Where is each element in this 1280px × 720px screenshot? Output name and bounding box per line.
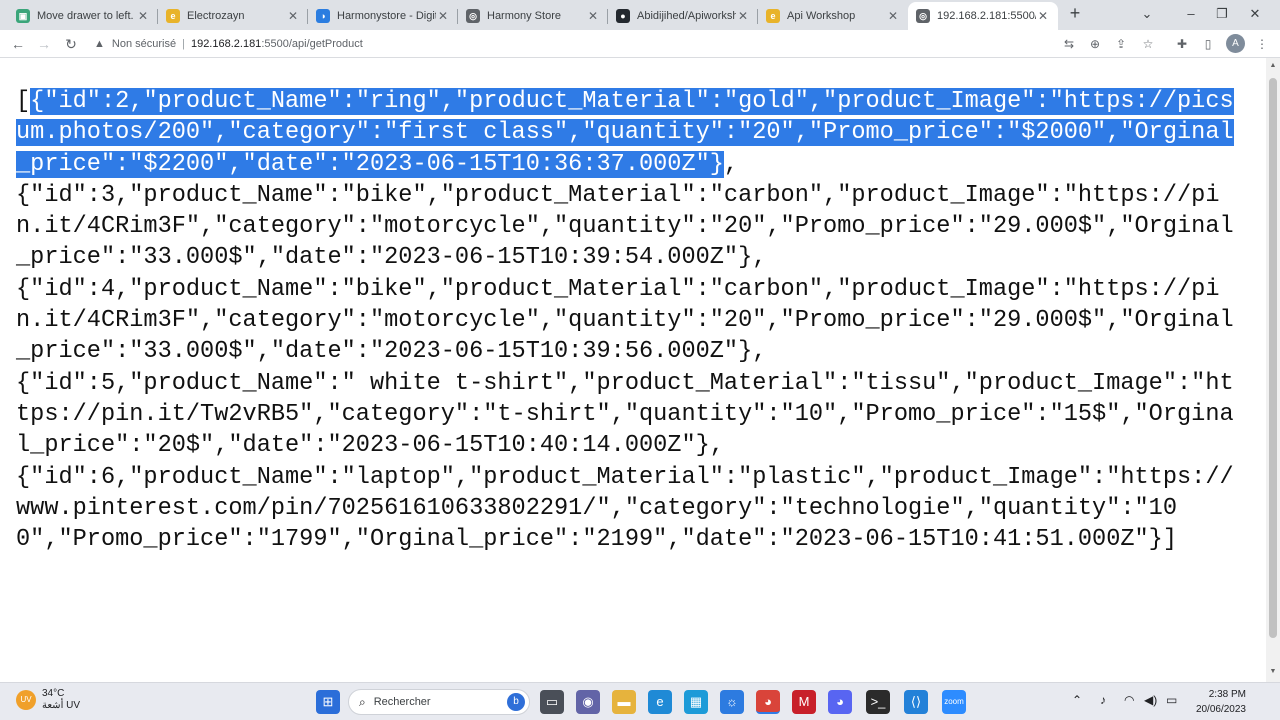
antivirus-icon[interactable]: M	[792, 690, 816, 714]
file-explorer-icon[interactable]: ▬	[612, 690, 636, 714]
tab-harmony-store[interactable]: ◎ Harmony Store ✕	[458, 2, 608, 30]
store-icon[interactable]: ▦	[684, 690, 708, 714]
reload-button[interactable]: ↻	[61, 34, 81, 54]
warning-icon: ▲	[94, 38, 105, 50]
bookmark-star-icon[interactable]: ☆	[1139, 35, 1157, 53]
close-icon[interactable]: ✕	[586, 9, 600, 23]
teams-chat-icon[interactable]: ◉	[576, 690, 600, 714]
scrollbar-thumb[interactable]	[1269, 78, 1277, 638]
browser-toolbar: ← → ↻ ▲ Non sécurisé | 192.168.2.181:550…	[0, 30, 1280, 58]
task-view-icon[interactable]: ▭	[540, 690, 564, 714]
tab-title: Abidijihed/Apiworksh	[637, 10, 736, 22]
wifi-icon[interactable]: ◠	[1124, 693, 1134, 707]
github-icon: ●	[616, 9, 630, 23]
scroll-up-icon[interactable]: ▲	[1269, 62, 1277, 69]
zoom-app-icon[interactable]: zoom	[942, 690, 966, 714]
close-icon[interactable]: ✕	[286, 9, 300, 23]
tab-search-icon[interactable]: ⌄	[1132, 4, 1162, 24]
page-content: [{"id":2,"product_Name":"ring","product_…	[0, 58, 1266, 682]
taskbar: UV 34°C أشعة UV ⊞ ⌕ Rechercher b ▭ ◉ ▬ e…	[0, 682, 1280, 720]
close-icon[interactable]: ✕	[136, 9, 150, 23]
minimize-button[interactable]: –	[1176, 4, 1206, 24]
avatar[interactable]: A	[1226, 34, 1245, 53]
json-selected-text: {"id":2,"product_Name":"ring","product_M…	[16, 88, 1234, 178]
close-icon[interactable]: ✕	[436, 9, 450, 23]
tab-github-apiworkshop[interactable]: ● Abidijihed/Apiworksh ✕	[608, 2, 758, 30]
chrome-icon: e	[766, 9, 780, 23]
globe-icon: ◎	[916, 9, 930, 23]
scroll-down-icon[interactable]: ▼	[1269, 668, 1277, 675]
security-label: Non sécurisé	[111, 38, 177, 50]
json-open-bracket: [	[16, 88, 31, 115]
close-icon[interactable]: ✕	[886, 9, 900, 23]
weather-app-icon[interactable]: ☼	[720, 690, 744, 714]
battery-icon[interactable]: ▭	[1166, 693, 1177, 707]
maximize-button[interactable]: ❐	[1207, 4, 1237, 24]
back-button[interactable]: ←	[8, 34, 28, 54]
new-tab-button[interactable]: +	[1066, 4, 1084, 22]
close-icon[interactable]: ✕	[1036, 9, 1050, 23]
json-response: [{"id":2,"product_Name":"ring","product_…	[16, 86, 1244, 555]
translate-icon[interactable]: ⇆	[1060, 35, 1078, 53]
bing-icon[interactable]: b	[507, 693, 525, 711]
terminal-icon[interactable]: >_	[866, 690, 890, 714]
tab-strip: ▣ Move drawer to left. ✕ e Electrozayn ✕…	[0, 0, 1280, 30]
globe-icon: ◎	[466, 9, 480, 23]
green-app-icon: ▣	[16, 9, 30, 23]
tab-api-workshop[interactable]: e Api Workshop ✕	[758, 2, 908, 30]
vertical-scrollbar[interactable]: ▲ ▼	[1266, 58, 1280, 682]
url-path: :5500/api/getProduct	[261, 38, 363, 50]
close-window-button[interactable]: ✕	[1240, 4, 1270, 24]
search-icon: ⌕	[359, 694, 366, 709]
discord-icon[interactable]: ◕	[828, 690, 852, 714]
system-clock[interactable]: 2:38 PM 20/06/2023	[1186, 687, 1246, 717]
zoom-icon[interactable]: ⊕	[1086, 35, 1104, 53]
clock-time: 2:38 PM	[1208, 689, 1246, 700]
tab-move-drawer[interactable]: ▣ Move drawer to left. ✕	[8, 2, 158, 30]
harmony-icon: ◑	[316, 9, 330, 23]
search-placeholder: Rechercher	[373, 696, 431, 708]
tab-title: Harmonystore - Digita	[337, 10, 436, 22]
start-menu-icon[interactable]: ⊞	[316, 690, 340, 714]
close-icon[interactable]: ✕	[736, 9, 750, 23]
weather-uv-icon: UV	[16, 690, 36, 710]
share-icon[interactable]: ⇪	[1112, 35, 1130, 53]
tab-title: Move drawer to left.	[37, 10, 134, 22]
weather-subtitle: أشعة UV	[42, 700, 81, 711]
tab-title: Api Workshop	[787, 10, 856, 22]
tab-electrozayn[interactable]: e Electrozayn ✕	[158, 2, 308, 30]
weather-temp: 34°C	[42, 688, 65, 699]
tray-chevron-icon[interactable]: ⌃	[1072, 693, 1082, 707]
extensions-icon[interactable]: ✚	[1173, 35, 1191, 53]
side-panel-icon[interactable]: ▯	[1199, 35, 1217, 53]
edge-icon[interactable]: e	[648, 690, 672, 714]
volume-icon[interactable]: ◀)	[1144, 693, 1157, 707]
tab-harmonystore-digital[interactable]: ◑ Harmonystore - Digita ✕	[308, 2, 458, 30]
clock-date: 20/06/2023	[1195, 704, 1246, 715]
tab-title: Harmony Store	[487, 10, 561, 22]
chrome-taskbar-icon[interactable]: ◕	[756, 690, 780, 714]
tab-active-getproduct[interactable]: ◎ 192.168.2.181:5500/ap ✕	[908, 2, 1058, 30]
tab-title: Electrozayn	[187, 10, 245, 22]
chrome-icon: e	[166, 9, 180, 23]
microphone-icon[interactable]: ♪	[1100, 693, 1106, 707]
forward-button[interactable]: →	[34, 34, 54, 54]
json-remaining-text: , {"id":3,"product_Name":"bike","product…	[16, 150, 1234, 554]
vscode-icon[interactable]: ⟨⟩	[904, 690, 928, 714]
url-host: 192.168.2.181	[190, 38, 262, 50]
taskbar-search[interactable]: ⌕ Rechercher b	[348, 689, 530, 715]
tab-title: 192.168.2.181:5500/ap	[937, 10, 1036, 22]
weather-widget[interactable]: UV 34°C أشعة UV	[16, 688, 80, 712]
address-bar[interactable]: ▲ Non sécurisé | 192.168.2.181:5500/api/…	[90, 33, 1050, 55]
menu-icon[interactable]: ⋮	[1253, 35, 1271, 53]
